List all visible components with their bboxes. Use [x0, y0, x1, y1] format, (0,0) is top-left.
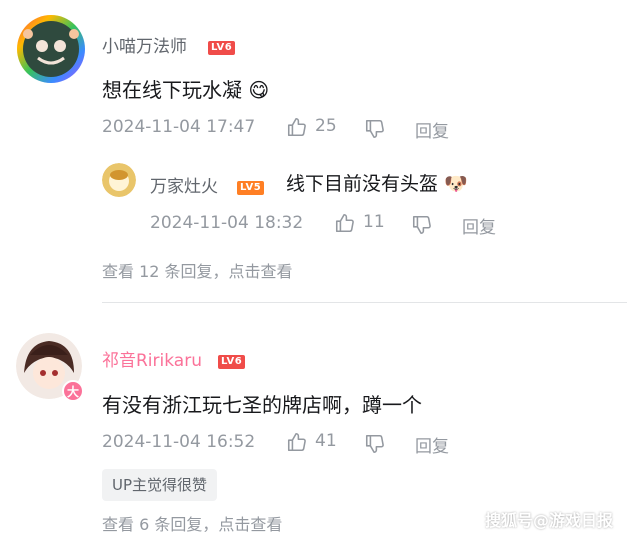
avatar[interactable]: [16, 14, 86, 84]
reply-text: 线下目前没有头盔 🐶: [286, 173, 468, 195]
like-button[interactable]: [334, 212, 356, 234]
thumbs-up-icon: [335, 213, 354, 233]
emoji-grin-icon: 😋: [248, 78, 270, 102]
comment-time: 2024-11-04 17:47: [102, 117, 256, 137]
view-more-replies-link[interactable]: 查看 12 条回复，点击查看: [102, 258, 293, 282]
like-count: 25: [315, 116, 337, 136]
emoji-doge-icon: 🐶: [444, 173, 468, 195]
dislike-button[interactable]: [364, 433, 386, 455]
thumbs-up-icon: [287, 117, 306, 137]
level-badge: LV6: [208, 35, 236, 55]
like-button[interactable]: [286, 116, 308, 138]
comment-time: 2024-11-04 16:52: [102, 432, 256, 452]
level-badge: LV6: [218, 349, 246, 369]
reply-username[interactable]: 万家灶火: [150, 172, 218, 197]
view-more-replies-link[interactable]: 查看 6 条回复，点击查看: [102, 511, 282, 535]
reply-time: 2024-11-04 18:32: [150, 213, 304, 233]
level-badge: LV5: [237, 175, 265, 195]
thumbs-down-icon: [412, 215, 431, 235]
comment-text: 想在线下玩水凝 😋: [102, 78, 270, 102]
thumbs-down-icon: [365, 434, 384, 454]
comment-username[interactable]: 小喵万法师: [102, 32, 187, 57]
avatar-badge: 大: [62, 380, 84, 402]
divider: [102, 302, 627, 303]
reply-button[interactable]: 回复: [415, 117, 449, 142]
thumbs-down-icon: [365, 119, 384, 139]
comment-text: 有没有浙江玩七圣的牌店啊，蹲一个: [102, 393, 422, 417]
thumbs-up-icon: [287, 432, 306, 452]
like-count: 11: [363, 212, 385, 232]
reply-button[interactable]: 回复: [415, 432, 449, 457]
reply-button[interactable]: 回复: [462, 213, 496, 238]
comment-username[interactable]: 祁音Ririkaru: [102, 346, 202, 371]
dislike-button[interactable]: [411, 214, 433, 236]
like-button[interactable]: [286, 431, 308, 453]
like-count: 41: [315, 431, 337, 451]
avatar[interactable]: [102, 163, 136, 197]
dislike-button[interactable]: [364, 118, 386, 140]
up-liked-tag: UP主觉得很赞: [102, 469, 218, 501]
watermark: 搜狐号@游戏日报: [484, 511, 613, 530]
